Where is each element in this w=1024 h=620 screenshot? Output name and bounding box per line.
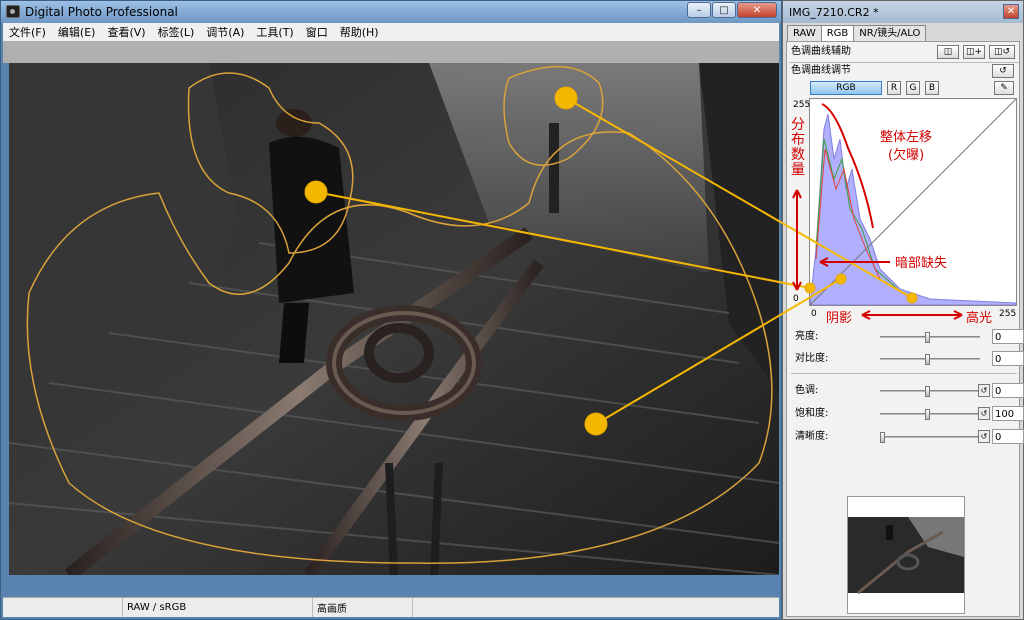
annotation-shadow: 阴影 [826,311,853,326]
annotation-overlay [304,86,963,436]
annotation-highlight: 高光 [966,311,993,326]
annotation-underexposed: (欠曝) [888,148,925,163]
annotation-shadow-loss: 暗部缺失 [895,256,948,271]
annotation-distribution: 分布数量 [791,117,805,178]
marker-dot-highlight [554,86,578,110]
annotation-shift-left: 整体左移 [880,130,933,145]
marker-dot-shadow [584,412,608,436]
marker-dot-subject [304,180,328,204]
